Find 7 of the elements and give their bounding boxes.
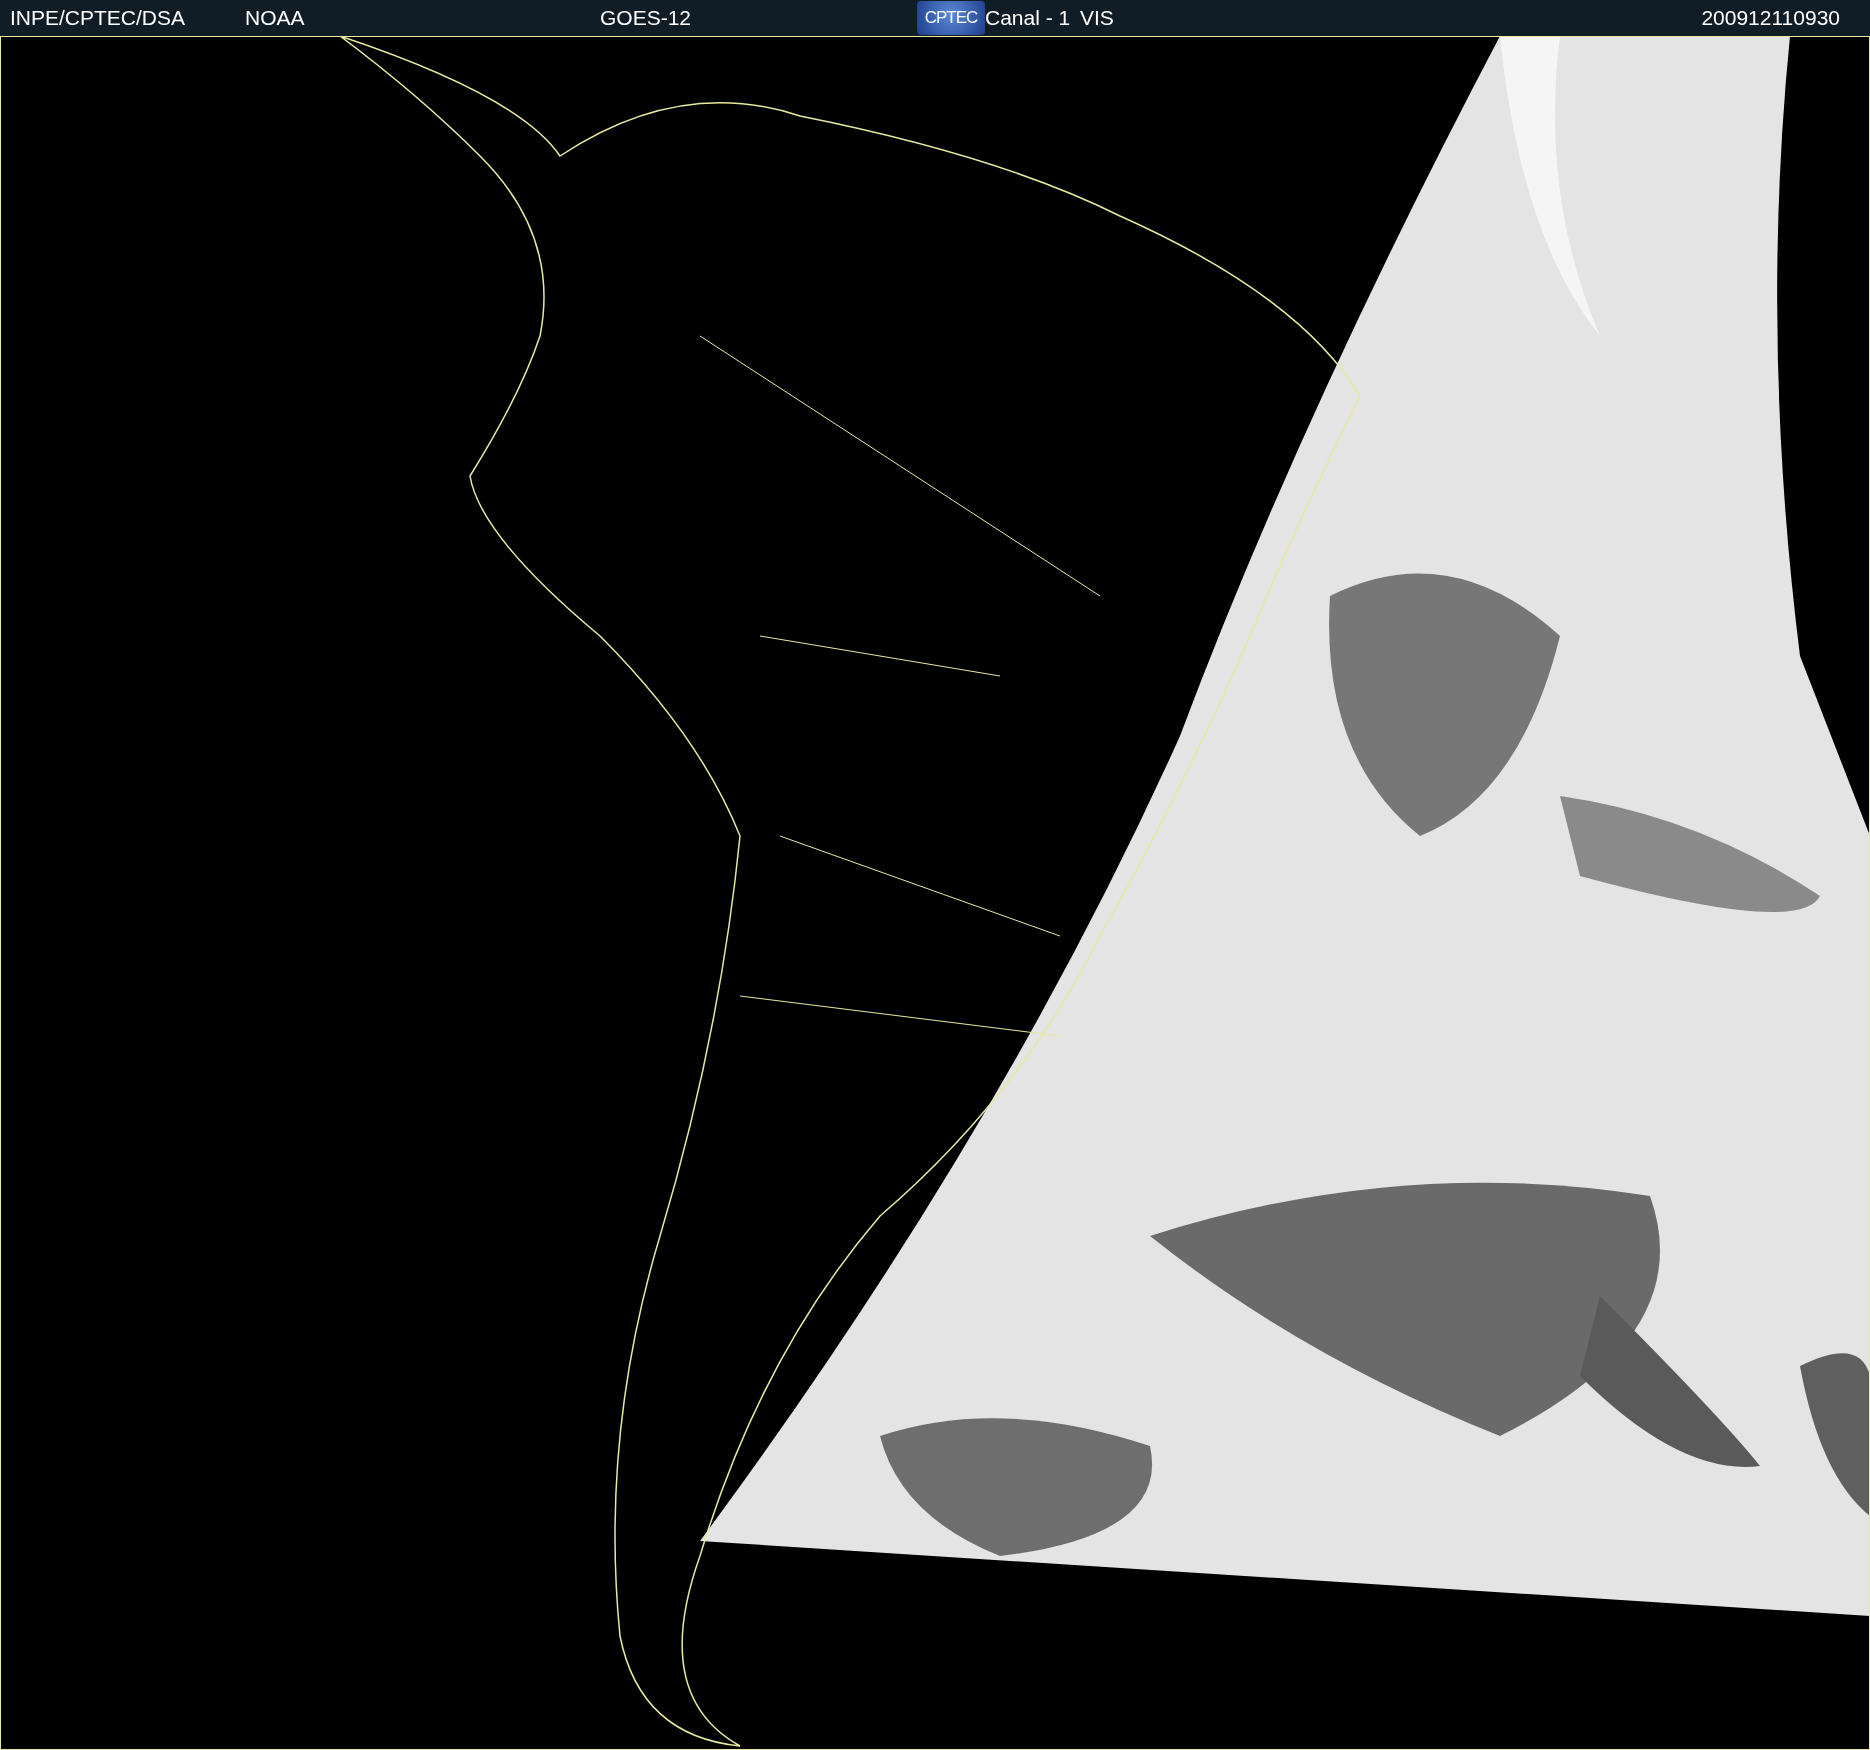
source-label: INPE/CPTEC/DSA [9, 6, 186, 30]
agency-label: NOAA [245, 6, 305, 30]
timestamp-label: 200912110930 [1701, 6, 1841, 30]
channel-label: Canal - 1 [985, 6, 1071, 30]
satellite-label: GOES-12 [600, 6, 692, 30]
logo: CPTEC [917, 1, 985, 35]
band-label: VIS [1080, 6, 1114, 30]
